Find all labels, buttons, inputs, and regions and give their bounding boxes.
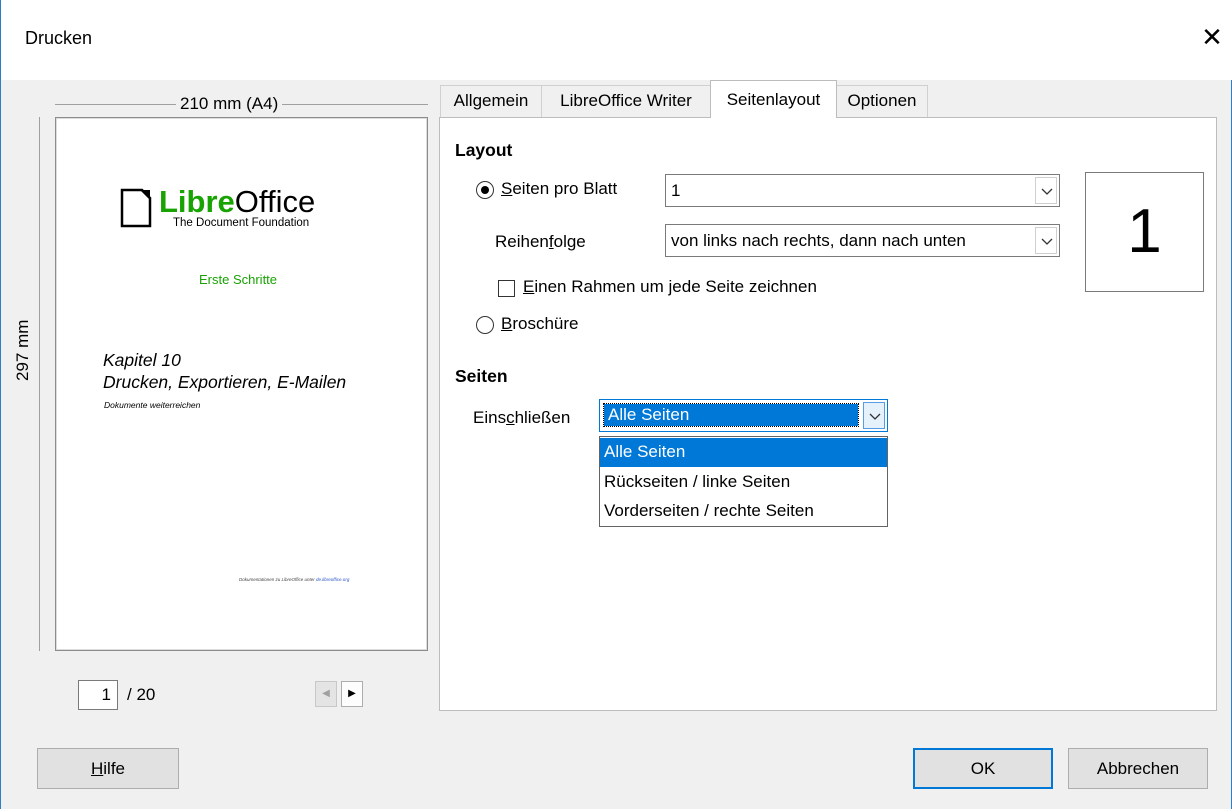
libreoffice-logo-text: LibreOffice [159, 184, 316, 219]
ok-button[interactable]: OK [913, 748, 1053, 789]
page-number-input[interactable]: 1 [78, 680, 118, 710]
doc-tagline: Dokumente weiterreichen [104, 400, 201, 410]
doc-footer: Dokumentationen zu LibreOffice unter de.… [239, 577, 350, 582]
page-total: / 20 [127, 685, 156, 704]
draw-frame-checkbox[interactable] [498, 280, 515, 297]
radio-selected-dot [481, 186, 489, 194]
cancel-button[interactable]: Abbrechen [1068, 748, 1208, 789]
include-label: Einschließen [473, 408, 571, 427]
pages-per-sheet-radio[interactable] [476, 181, 494, 199]
include-dropdown-list: Alle Seiten Rückseiten / linke Seiten Vo… [599, 436, 888, 527]
logo-subtitle: The Document Foundation [173, 217, 310, 229]
chevron-down-icon[interactable] [1035, 227, 1057, 254]
height-dimension-line [39, 117, 40, 651]
dropdown-option-back-pages[interactable]: Rückseiten / linke Seiten [600, 468, 887, 497]
pages-per-sheet-select[interactable]: 1 [665, 174, 1060, 207]
tab-allgemein[interactable]: Allgemein [440, 85, 542, 117]
page-width-label: 210 mm (A4) [176, 94, 283, 114]
order-select[interactable]: von links nach rechts, dann nach unten [665, 224, 1060, 257]
next-page-button[interactable]: ▶ [341, 681, 363, 707]
title-bar: Drucken ✕ [1, 0, 1232, 80]
page-height-label: 297 mm [13, 315, 33, 385]
draw-frame-label: Einen Rahmen um jede Seite zeichnen [523, 277, 817, 296]
chevron-down-icon[interactable] [1035, 177, 1057, 204]
triangle-left-icon: ◀ [322, 688, 330, 699]
include-value: Alle Seiten [603, 403, 859, 427]
layout-section-title: Layout [455, 140, 513, 160]
tab-seitenlayout[interactable]: Seitenlayout [710, 80, 837, 118]
doc-subtitle: Erste Schritte [199, 272, 278, 287]
help-button[interactable]: Hilfe [37, 748, 179, 789]
print-dialog: Drucken ✕ 210 mm (A4) 297 mm LibreOffice… [0, 0, 1232, 809]
dialog-title: Drucken [25, 28, 93, 48]
pages-per-sheet-label: Seiten pro Blatt [501, 179, 618, 198]
previous-page-button[interactable]: ◀ [315, 681, 337, 707]
doc-heading: Drucken, Exportieren, E-Mailen [103, 372, 347, 392]
order-value: von links nach rechts, dann nach unten [671, 231, 966, 250]
tab-optionen[interactable]: Optionen [836, 85, 928, 117]
include-select[interactable]: Alle Seiten [599, 399, 888, 432]
dropdown-option-all-pages[interactable]: Alle Seiten [600, 438, 887, 467]
tab-libreoffice-writer[interactable]: LibreOffice Writer [541, 85, 711, 117]
doc-chapter: Kapitel 10 [103, 350, 181, 370]
chevron-down-icon[interactable] [863, 402, 885, 429]
pages-per-sheet-value: 1 [671, 181, 681, 200]
dropdown-option-front-pages[interactable]: Vorderseiten / rechte Seiten [600, 497, 887, 526]
order-label: Reihenfolge [495, 232, 586, 251]
brochure-label: Broschüre [501, 314, 579, 333]
document-icon [120, 188, 152, 228]
pages-section-title: Seiten [455, 366, 508, 386]
triangle-right-icon: ▶ [348, 688, 356, 699]
brochure-radio[interactable] [476, 316, 494, 334]
layout-preview-box: 1 [1085, 172, 1204, 292]
close-icon[interactable]: ✕ [1197, 22, 1227, 52]
